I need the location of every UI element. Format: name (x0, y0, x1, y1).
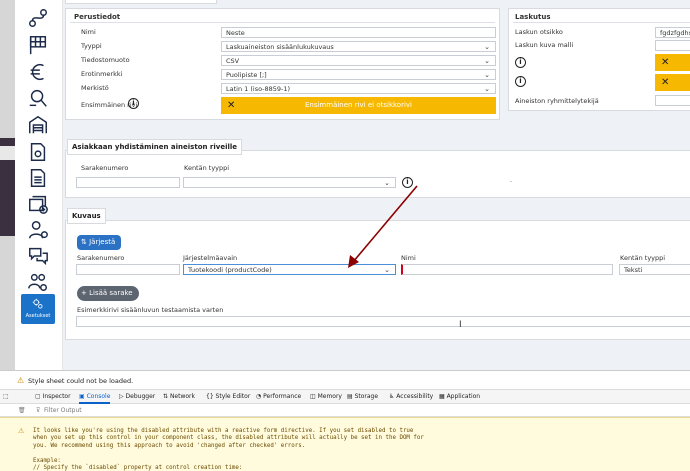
sidebar-item-label: Asetukset (25, 313, 51, 319)
warning-icon: ⚠ (18, 427, 25, 435)
desktop-background (0, 0, 15, 370)
devtools-tabbar: ⬚ ▢ Inspector ▣ Console ▷ Debugger ⇅ Net… (0, 390, 690, 404)
checkered-flag-icon[interactable] (25, 33, 51, 57)
trash-icon[interactable]: 🗑 (18, 404, 26, 417)
sidebar-item-settings[interactable]: Asetukset (21, 294, 55, 324)
picker-icon[interactable]: ⬚ (3, 390, 9, 404)
tab-console[interactable]: ▣ Console (79, 390, 111, 404)
route-icon[interactable] (25, 6, 51, 30)
tab-debugger[interactable]: ▷ Debugger (119, 390, 155, 404)
tab-performance[interactable]: ◔ Performance (256, 390, 301, 404)
devtools-warning-bar: ⚠ Style sheet could not be loaded. (0, 370, 690, 390)
tab-storage[interactable]: ▤ Storage (347, 390, 378, 404)
tab-style-editor[interactable]: {} Style Editor (206, 390, 250, 404)
filter-icon: ⊽ (36, 407, 41, 414)
tab-accessibility[interactable]: ♿ Accessibility (389, 390, 433, 404)
add-user-icon[interactable] (25, 218, 51, 242)
warning-icon: ⚠ (17, 376, 25, 385)
filter-input-placeholder: Filter Output (44, 407, 82, 414)
tab-memory[interactable]: ◫ Memory (310, 390, 342, 404)
report-document-icon[interactable] (25, 140, 51, 164)
warehouse-icon[interactable] (25, 113, 51, 137)
users-settings-icon[interactable] (25, 270, 51, 294)
app-sidebar: Asetukset (15, 0, 63, 370)
main-content: Perustiedot Nimi Neste Tyyppi Laskuainei… (63, 0, 690, 370)
document-list-icon[interactable] (25, 166, 51, 190)
tab-application[interactable]: ▦ Application (439, 390, 480, 404)
annotation-arrow (348, 185, 418, 268)
chat-icon[interactable] (25, 244, 51, 268)
devtools-panel: ⚠ Style sheet could not be loaded. ⬚ ▢ I… (0, 370, 690, 471)
tab-inspector[interactable]: ▢ Inspector (35, 390, 71, 404)
map-search-icon[interactable] (25, 86, 51, 110)
add-cards-icon[interactable] (25, 192, 51, 216)
console-warning-message: ⚠ It looks like you're using the disabled… (0, 417, 690, 471)
gears-icon (32, 298, 43, 309)
tab-network[interactable]: ⇅ Network (163, 390, 195, 404)
console-filter[interactable]: 🗑 ⊽ Filter Output (0, 404, 690, 417)
euro-icon[interactable] (25, 60, 51, 84)
